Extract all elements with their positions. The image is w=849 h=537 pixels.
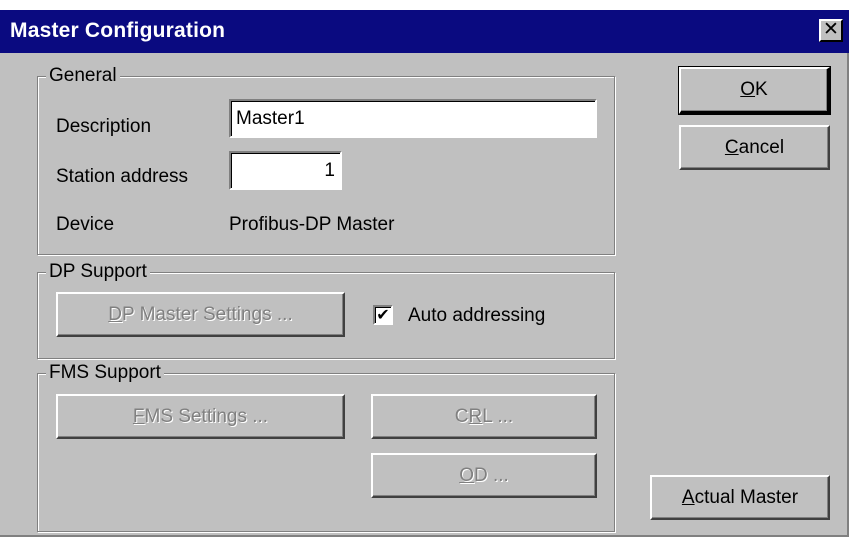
od-mnemonic: O — [459, 464, 474, 486]
fms-settings-button[interactable]: FMS Settings ... — [56, 394, 345, 439]
cancel-mnemonic: C — [724, 136, 739, 158]
description-label: Description — [56, 116, 152, 137]
cancel-button[interactable]: Cancel — [679, 125, 830, 170]
auto-addressing-checkbox[interactable]: ✔ — [373, 305, 393, 325]
fms-settings-mnemonic: F — [132, 405, 145, 427]
crl-label-prefix: C — [454, 405, 469, 427]
close-icon: ✕ — [823, 18, 839, 40]
auto-addressing-label[interactable]: Auto addressing — [408, 305, 545, 327]
title-bar[interactable]: Master Configuration ✕ — [0, 10, 849, 53]
master-configuration-dialog: Master Configuration ✕ General Descripti… — [0, 10, 849, 537]
station-address-label: Station address — [56, 166, 189, 187]
cancel-label: ancel — [738, 136, 785, 158]
device-value: Profibus-DP Master — [229, 214, 395, 235]
description-field[interactable] — [229, 99, 597, 138]
crl-mnemonic: R — [468, 405, 483, 427]
crl-label: L ... — [482, 405, 514, 427]
close-button[interactable]: ✕ — [819, 19, 843, 42]
station-address-field[interactable] — [229, 151, 342, 190]
dp-master-settings-mnemonic: D — [108, 303, 122, 325]
od-label: D ... — [473, 464, 509, 486]
window-title: Master Configuration — [10, 19, 226, 42]
ok-label: K — [755, 79, 768, 100]
ok-mnemonic: O — [740, 79, 756, 100]
dp-support-group-legend: DP Support — [46, 261, 150, 283]
od-button[interactable]: OD ... — [371, 453, 597, 498]
ok-button[interactable]: OK — [678, 66, 831, 115]
dp-master-settings-button[interactable]: DP Master Settings ... — [56, 292, 345, 337]
fms-support-group-legend: FMS Support — [46, 362, 164, 384]
actual-master-mnemonic: A — [681, 486, 695, 508]
crl-button[interactable]: CRL ... — [371, 394, 597, 439]
checkmark-icon: ✔ — [376, 305, 390, 324]
general-group-legend: General — [46, 65, 120, 87]
fms-settings-label: MS Settings ... — [144, 405, 269, 427]
actual-master-label: ctual Master — [694, 486, 799, 508]
dp-master-settings-label: P Master Settings ... — [122, 303, 293, 325]
actual-master-button[interactable]: Actual Master — [650, 475, 830, 520]
device-label: Device — [56, 214, 115, 235]
